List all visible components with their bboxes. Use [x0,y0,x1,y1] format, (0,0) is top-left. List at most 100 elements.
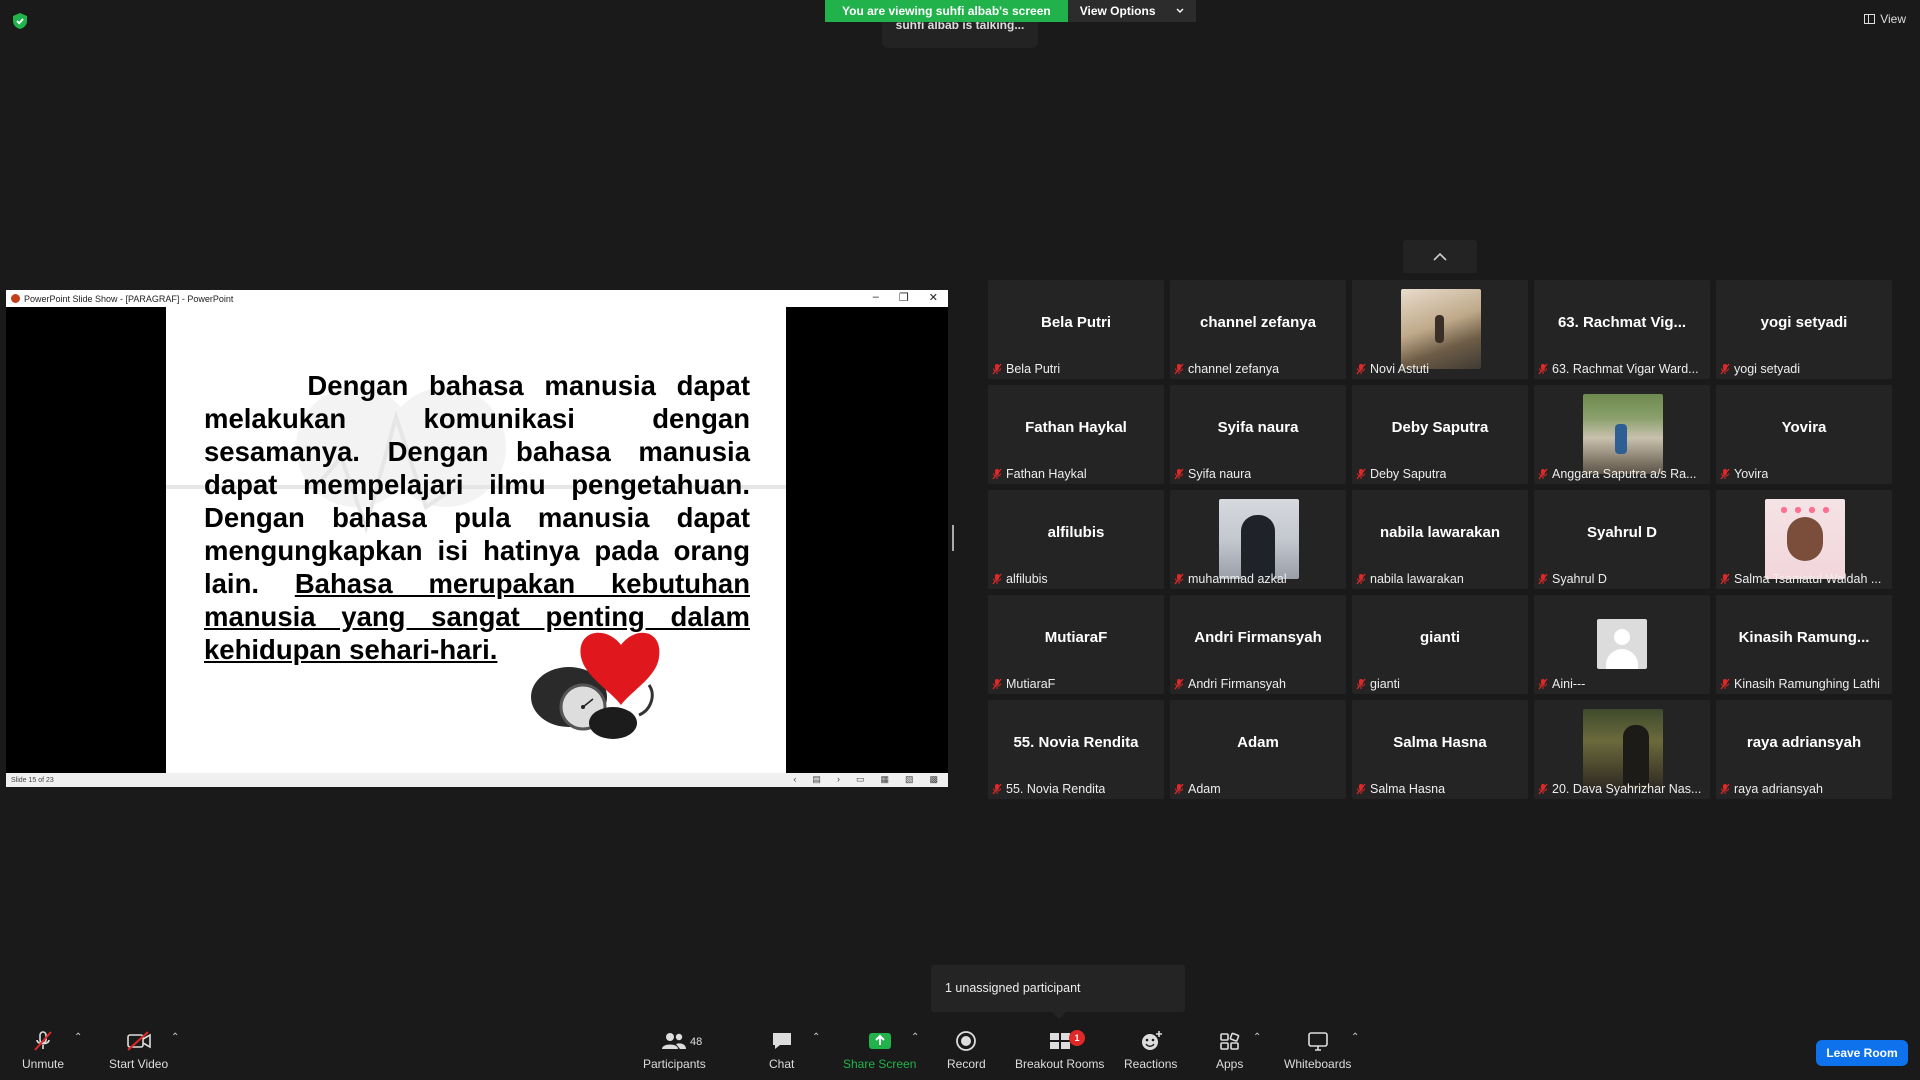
participant-tile[interactable]: 20. Dava Syahrizhar Nas... [1534,700,1710,799]
start-video-button[interactable]: Start Video [109,1030,168,1071]
restore-icon: ❐ [898,292,909,304]
participant-tile[interactable]: 63. Rachmat Vig... 63. Rachmat Vigar Ward… [1534,280,1710,379]
mic-muted-icon [1174,363,1184,375]
record-label: Record [947,1057,986,1071]
participant-name-label: Novi Astuti [1356,362,1524,376]
participant-tile[interactable]: Syifa naura Syifa naura [1170,385,1346,484]
participant-tile[interactable]: Syahrul D Syahrul D [1534,490,1710,589]
apps-label: Apps [1216,1057,1244,1071]
participant-name-label: Aini--- [1538,677,1706,691]
unmute-button[interactable]: Unmute [22,1030,64,1071]
participant-tile[interactable]: yogi setyadi yogi setyadi [1716,280,1892,379]
shared-screen[interactable]: PowerPoint Slide Show - [PARAGRAF] - Pow… [6,290,948,787]
participant-tile[interactable]: Kinasih Ramung... Kinasih Ramunghing Lath… [1716,595,1892,694]
participant-tile[interactable]: Fathan Haykal Fathan Haykal [988,385,1164,484]
participant-name: Aini--- [1552,677,1586,691]
mic-muted-icon [1720,363,1730,375]
reactions-icon [1141,1031,1162,1050]
reactions-label: Reactions [1124,1057,1178,1071]
participant-name: Kinasih Ramunghing Lathi [1734,677,1880,691]
participant-tile[interactable]: Anggara Saputra a/s Ra... [1534,385,1710,484]
share-options-caret[interactable]: ⌃ [911,1032,919,1043]
splitter-handle[interactable] [952,525,954,551]
participant-name: Novi Astuti [1370,362,1430,376]
participant-name: yogi setyadi [1734,362,1801,376]
participant-tile[interactable]: gianti gianti [1352,595,1528,694]
mic-muted-icon [1538,573,1548,585]
apps-button[interactable]: Apps [1216,1030,1243,1071]
powerpoint-status-bar: Slide 15 of 23 ‹ ▤ › ▭ ▦ ▧ ▩ [6,773,948,787]
chat-options-caret[interactable]: ⌃ [812,1032,820,1043]
participant-name-label: yogi setyadi [1720,362,1888,376]
record-button[interactable]: Record [947,1030,986,1071]
participant-name-label: alfilubis [992,572,1160,586]
apps-options-caret[interactable]: ⌃ [1253,1032,1261,1043]
participant-tile[interactable]: 55. Novia Rendita 55. Novia Rendita [988,700,1164,799]
share-screen-icon [868,1033,891,1049]
participant-tile[interactable]: raya adriansyah raya adriansyah [1716,700,1892,799]
security-shield-icon[interactable] [12,12,28,30]
window-controls: – ❐ ✕ [873,291,938,304]
participant-name: Salma Hasna [1370,782,1446,796]
participant-tile[interactable]: Bela Putri Bela Putri [988,280,1164,379]
participant-tile[interactable]: channel zefanya channel zefanya [1170,280,1346,379]
chevron-down-icon [1176,8,1183,13]
mic-muted-icon [1174,573,1184,585]
breakout-rooms-button[interactable]: Breakout Rooms [1015,1030,1104,1071]
viewing-screen-label: You are viewing suhfi albab's screen [825,0,1068,22]
participant-tile[interactable]: Yovira Yovira [1716,385,1892,484]
share-screen-button[interactable]: Share Screen [843,1030,916,1071]
participant-display-name: Salma Hasna [1393,734,1487,751]
start-video-label: Start Video [109,1057,169,1071]
whiteboard-options-caret[interactable]: ⌃ [1351,1032,1359,1043]
participant-display-name: gianti [1420,629,1460,646]
zoom-meeting-window: suhfi albab is talking... You are viewin… [0,0,1920,1080]
participant-tile[interactable]: alfilubis alfilubis [988,490,1164,589]
participant-video [1401,289,1481,369]
window-title: PowerPoint Slide Show - [PARAGRAF] - Pow… [24,293,234,304]
mic-muted-icon [1720,468,1730,480]
reactions-button[interactable]: Reactions [1124,1030,1177,1071]
chat-button[interactable]: Chat [769,1030,794,1071]
screen-share-banner: You are viewing suhfi albab's screen Vie… [825,0,1196,22]
participant-name-label: Adam [1174,782,1342,796]
participant-tile[interactable]: Andri Firmansyah Andri Firmansyah [1170,595,1346,694]
leave-room-button[interactable]: Leave Room [1816,1040,1908,1066]
participant-name-label: 20. Dava Syahrizhar Nas... [1538,782,1706,796]
slide: Dengan bahasa manusia dapat melakukan ko… [166,307,786,773]
participant-display-name: 55. Novia Rendita [1013,734,1139,751]
participant-tile[interactable]: Deby Saputra Deby Saputra [1352,385,1528,484]
whiteboard-icon [1307,1032,1328,1051]
chat-label: Chat [769,1057,795,1071]
participant-name-label: Yovira [1720,467,1888,481]
apps-icon [1219,1032,1239,1050]
share-screen-label: Share Screen [843,1057,917,1071]
participant-tile[interactable]: nabila lawarakan nabila lawarakan [1352,490,1528,589]
view-options-button[interactable]: View Options [1067,0,1196,22]
participant-display-name: Kinasih Ramung... [1738,629,1870,646]
next-slide-icon: › [836,774,840,784]
participant-name: Deby Saputra [1370,467,1447,481]
participant-tile[interactable]: muhammad azkal [1170,490,1346,589]
participant-name: Yovira [1734,467,1769,481]
participant-tile[interactable]: Salma Tsaniatul Waldah ... [1716,490,1892,589]
participant-display-name: raya adriansyah [1746,734,1862,751]
participant-tile[interactable]: Novi Astuti [1352,280,1528,379]
audio-options-caret[interactable]: ⌃ [74,1032,82,1043]
video-options-caret[interactable]: ⌃ [171,1032,179,1043]
participant-name-label: Kinasih Ramunghing Lathi [1720,677,1888,691]
participant-tile[interactable]: Aini--- [1534,595,1710,694]
reading-view-icon: ▧ [904,774,914,784]
slideshow-controls: ‹ ▤ › ▭ ▦ ▧ ▩ [793,774,938,785]
chevron-up-icon [1433,252,1447,261]
participant-tile[interactable]: Salma Hasna Salma Hasna [1352,700,1528,799]
participant-name: Salma Tsaniatul Waldah ... [1734,572,1882,586]
gallery-page-up-button[interactable] [1403,240,1477,273]
participant-tile[interactable]: Adam Adam [1170,700,1346,799]
view-layout-button[interactable]: View [1864,12,1906,26]
participant-name: Andri Firmansyah [1188,677,1286,691]
participant-name: Adam [1188,782,1221,796]
whiteboards-button[interactable]: Whiteboards [1284,1030,1351,1071]
participant-name-label: Syifa naura [1174,467,1342,481]
participant-tile[interactable]: MutiaraF MutiaraF [988,595,1164,694]
